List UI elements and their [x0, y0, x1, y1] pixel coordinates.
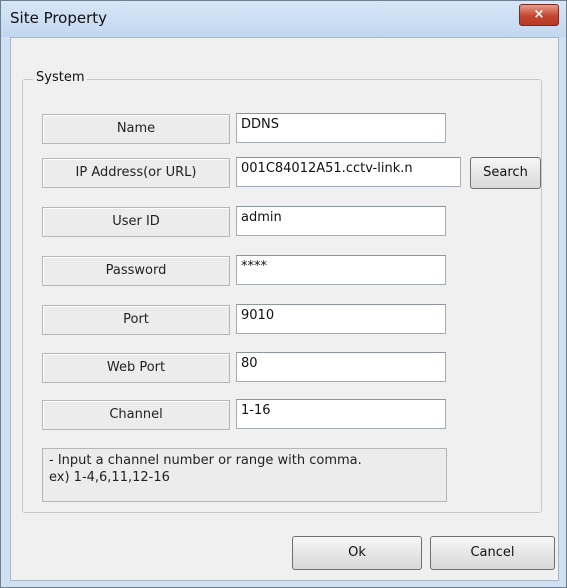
password-label: Password: [42, 256, 230, 286]
user-id-label: User ID: [42, 207, 230, 237]
window-title: Site Property: [10, 9, 108, 27]
channel-hint: - Input a channel number or range with c…: [42, 448, 447, 502]
search-button[interactable]: Search: [470, 157, 541, 189]
close-button[interactable]: ×: [519, 4, 559, 26]
web-port-field[interactable]: 80: [236, 352, 446, 382]
close-icon: ×: [533, 7, 545, 22]
name-label: Name: [42, 114, 230, 144]
ip-address-label: IP Address(or URL): [42, 158, 230, 188]
channel-label: Channel: [42, 400, 230, 430]
ip-address-field[interactable]: 001C84012A51.cctv-link.n: [236, 157, 461, 187]
cancel-button[interactable]: Cancel: [430, 536, 555, 570]
port-label: Port: [42, 305, 230, 335]
title-bar[interactable]: Site Property ×: [1, 1, 566, 37]
hint-line-2: ex) 1-4,6,11,12-16: [49, 470, 170, 485]
hint-line-1: - Input a channel number or range with c…: [49, 453, 362, 468]
web-port-label: Web Port: [42, 353, 230, 383]
port-field[interactable]: 9010: [236, 304, 446, 334]
user-id-field[interactable]: admin: [236, 206, 446, 236]
system-group-label: System: [33, 70, 88, 85]
password-field[interactable]: ****: [236, 255, 446, 285]
name-field[interactable]: DDNS: [236, 113, 446, 143]
channel-field[interactable]: 1-16: [236, 399, 446, 429]
ok-button[interactable]: Ok: [292, 536, 422, 570]
